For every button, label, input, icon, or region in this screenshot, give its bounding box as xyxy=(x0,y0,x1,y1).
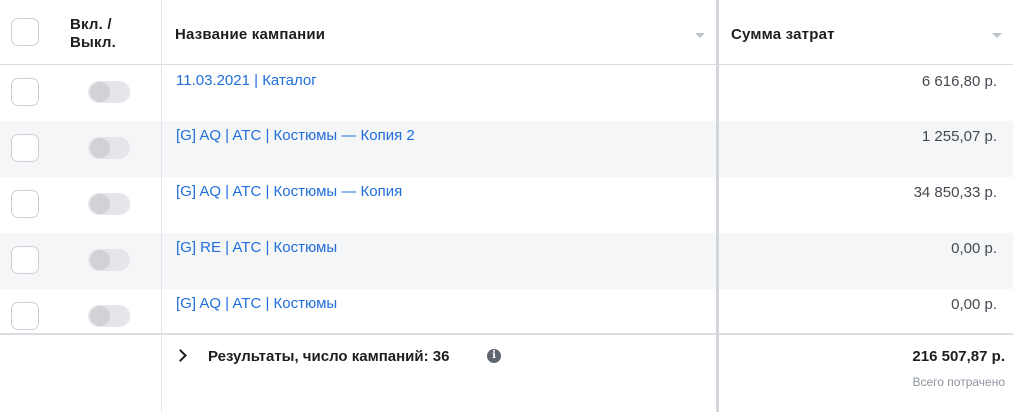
campaign-toggle[interactable] xyxy=(88,249,130,271)
campaign-name-link[interactable]: [G] AQ | ATC | Костюмы xyxy=(176,295,337,312)
toggle-knob xyxy=(90,306,110,326)
campaign-cost: 1 255,07 р. xyxy=(921,128,997,145)
table-row: [G] AQ | ATC | Костюмы — Копия 34 850,33… xyxy=(0,177,1013,233)
toggle-knob xyxy=(90,138,110,158)
toggle-knob xyxy=(90,82,110,102)
row-checkbox[interactable] xyxy=(11,302,39,330)
column-header-toggle-line1: Вкл. / xyxy=(70,16,112,33)
campaign-name-link[interactable]: [G] AQ | ATC | Костюмы — Копия xyxy=(176,183,402,200)
table-row: [G] AQ | ATC | Костюмы 0,00 р. xyxy=(0,289,1013,333)
campaign-cost: 34 850,33 р. xyxy=(913,184,997,201)
total-spent-value: 216 507,87 р. xyxy=(912,348,1005,365)
column-header-toggle[interactable]: Вкл. / Выкл. xyxy=(70,16,140,52)
campaign-toggle[interactable] xyxy=(88,137,130,159)
row-checkbox[interactable] xyxy=(11,190,39,218)
table-header: Вкл. / Выкл. Название кампании Сумма зат… xyxy=(0,0,1013,65)
campaigns-table: Вкл. / Выкл. Название кампании Сумма зат… xyxy=(0,0,1013,414)
column-header-toggle-line2: Выкл. xyxy=(70,34,117,51)
chevron-down-icon[interactable] xyxy=(992,33,1002,38)
column-header-campaign-name[interactable]: Название кампании xyxy=(175,26,325,43)
info-icon[interactable]: i xyxy=(487,349,501,363)
table-row: 11.03.2021 | Каталог 6 616,80 р. xyxy=(0,65,1013,121)
row-checkbox[interactable] xyxy=(11,134,39,162)
column-header-cost[interactable]: Сумма затрат xyxy=(731,26,835,43)
chevron-right-icon[interactable] xyxy=(174,349,187,362)
campaign-cost: 0,00 р. xyxy=(951,296,997,313)
toggle-knob xyxy=(90,250,110,270)
total-spent-caption: Всего потрачено xyxy=(912,375,1005,389)
campaign-cost: 6 616,80 р. xyxy=(921,73,997,90)
chevron-down-icon[interactable] xyxy=(695,33,705,38)
campaign-name-link[interactable]: 11.03.2021 | Каталог xyxy=(176,72,317,89)
campaign-toggle[interactable] xyxy=(88,305,130,327)
results-count-label: Результаты, число кампаний: 36 xyxy=(208,348,450,365)
campaign-name-link[interactable]: [G] RE | ATC | Костюмы xyxy=(176,239,337,256)
row-checkbox[interactable] xyxy=(11,246,39,274)
table-row: [G] RE | ATC | Костюмы 0,00 р. xyxy=(0,233,1013,289)
campaign-name-link[interactable]: [G] AQ | ATC | Костюмы — Копия 2 xyxy=(176,127,415,144)
column-divider xyxy=(161,0,162,412)
select-all-checkbox[interactable] xyxy=(11,18,39,46)
toggle-knob xyxy=(90,194,110,214)
row-checkbox[interactable] xyxy=(11,78,39,106)
table-row: [G] AQ | ATC | Костюмы — Копия 2 1 255,0… xyxy=(0,121,1013,177)
column-resize-handle[interactable] xyxy=(716,0,719,412)
campaign-cost: 0,00 р. xyxy=(951,240,997,257)
campaign-toggle[interactable] xyxy=(88,193,130,215)
campaign-toggle[interactable] xyxy=(88,81,130,103)
results-summary-row: Результаты, число кампаний: 36 i 216 507… xyxy=(0,333,1013,414)
